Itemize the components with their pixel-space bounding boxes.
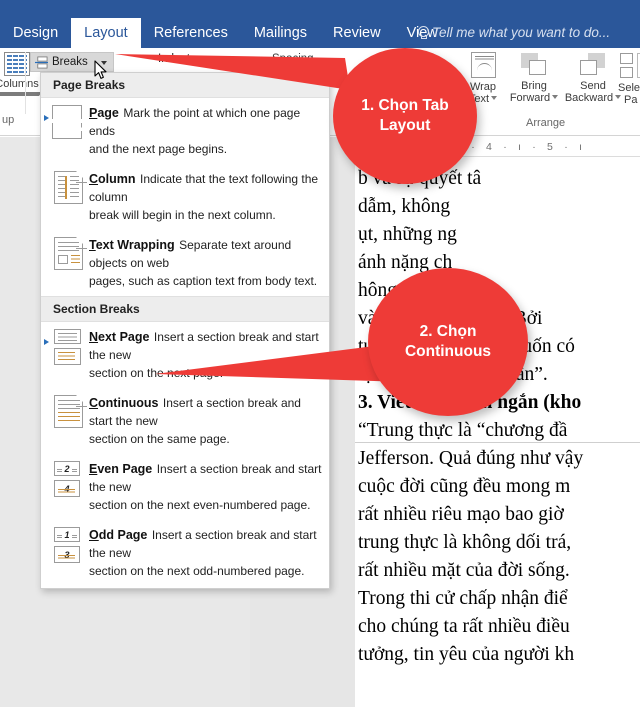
document-page[interactable]: b và sự quyết tâ dẫm, không ụt, những ng…	[355, 157, 640, 707]
wrap-text-icon	[470, 52, 496, 78]
send-backward-button[interactable]: Send Backward	[562, 53, 624, 104]
document-line: “Trung thực là “chương đầ	[358, 420, 568, 441]
bring-forward-button[interactable]: Bring Forward	[506, 53, 562, 104]
menu-item-column[interactable]: Column Indicate that the text following …	[41, 164, 329, 230]
bring-forward-label-2: Forward	[509, 92, 551, 104]
arrange-group-label: Arrange	[526, 117, 566, 129]
selection-marker-icon	[44, 339, 49, 345]
menu-item-description: Mark the point at which one page ends an…	[89, 106, 301, 156]
document-line: trung thực là không dối trá,	[358, 532, 572, 553]
selection-pane-icon	[620, 53, 640, 79]
selection-pane-label-2: Pa	[624, 94, 638, 106]
document-line: cho chúng ta rất nhiều điều	[358, 616, 570, 637]
menu-item-title: Column	[89, 172, 136, 186]
menu-item-title: Next Page	[89, 330, 150, 344]
mouse-pointer-icon	[94, 60, 107, 79]
document-line: cuộc đời cũng đều mong m	[358, 476, 571, 497]
menu-item-title: Page	[89, 106, 119, 120]
menu-item-title: Continuous	[89, 396, 159, 410]
even-page-break-icon: 2 4	[49, 460, 89, 514]
callout-step-1: 1. Chọn Tab Layout	[333, 48, 477, 184]
menu-item-odd-page[interactable]: 1 3 Odd Page Insert a section break and …	[41, 520, 329, 586]
tab-design[interactable]: Design	[0, 18, 71, 48]
callout-2-line-1: 2. Chọn	[419, 323, 477, 340]
document-line: ụt, những ng	[358, 224, 457, 245]
word-window: Design Layout References Mailings Review…	[0, 0, 640, 707]
bring-forward-label-1: Bring	[521, 80, 547, 92]
document-line: ánh nặng ch	[358, 252, 453, 273]
breaks-icon	[35, 56, 48, 69]
menu-item-title: Odd Page	[89, 528, 148, 542]
document-line: Jefferson. Quả đúng như vậy	[358, 448, 584, 469]
page-setup-group-label: up	[2, 114, 15, 126]
document-line: Trong thi cử chấp nhận điể	[358, 588, 568, 609]
next-page-break-icon	[49, 328, 89, 382]
send-backward-label-2: Backward	[564, 92, 614, 104]
group-separator	[25, 52, 26, 114]
tell-me-search[interactable]: Tell me what you want to do...	[418, 18, 610, 48]
callout-2-line-2: Continuous	[404, 343, 492, 360]
wrap-text-label-1: Wrap	[469, 81, 497, 93]
selection-pane-label-1: Selec	[618, 82, 640, 94]
columns-icon	[4, 52, 30, 76]
tell-me-label: Tell me what you want to do...	[432, 25, 611, 40]
continuous-break-icon	[49, 394, 89, 448]
menu-item-title: Text Wrapping	[89, 238, 175, 252]
columns-label: Columns	[0, 78, 39, 90]
document-line: rất nhiều riêu mạo bao giờ	[358, 504, 564, 525]
odd-page-break-icon: 1 3	[49, 526, 89, 580]
menu-item-title: Even Page	[89, 462, 153, 476]
menu-item-page[interactable]: Page Mark the point at which one page en…	[41, 98, 329, 164]
callout-1-line-1: 1. Chọn Tab	[361, 97, 449, 114]
lightbulb-icon	[418, 26, 429, 39]
menu-section-header-section-breaks: Section Breaks	[41, 296, 329, 322]
document-text: b và sự quyết tâ dẫm, không ụt, những ng…	[358, 165, 640, 669]
column-break-icon	[49, 170, 89, 224]
chevron-down-icon	[491, 96, 498, 100]
callout-1-line-2: Layout	[379, 117, 431, 134]
breaks-label: Breaks	[52, 56, 88, 68]
selection-pane-button[interactable]: Selec Pa	[618, 53, 640, 106]
send-backward-icon	[580, 53, 606, 77]
callout-step-2: 2. Chọn Continuous	[368, 268, 528, 416]
bring-forward-icon	[521, 53, 547, 77]
menu-item-text-wrapping[interactable]: Text Wrapping Separate text around objec…	[41, 230, 329, 296]
send-backward-label-1: Send	[580, 80, 606, 92]
page-break-icon	[49, 104, 89, 158]
document-line: tưởng, tin yêu của người kh	[358, 644, 575, 665]
selection-marker-icon	[44, 115, 49, 121]
document-line: rất nhiều mặt của đời sống.	[358, 560, 570, 581]
text-divider-line	[355, 442, 640, 443]
text-wrapping-icon	[49, 236, 89, 290]
menu-item-even-page[interactable]: 2 4 Even Page Insert a section break and…	[41, 454, 329, 520]
chevron-down-icon	[0, 92, 42, 96]
document-line: dẫm, không	[358, 196, 451, 217]
chevron-down-icon	[552, 95, 559, 99]
